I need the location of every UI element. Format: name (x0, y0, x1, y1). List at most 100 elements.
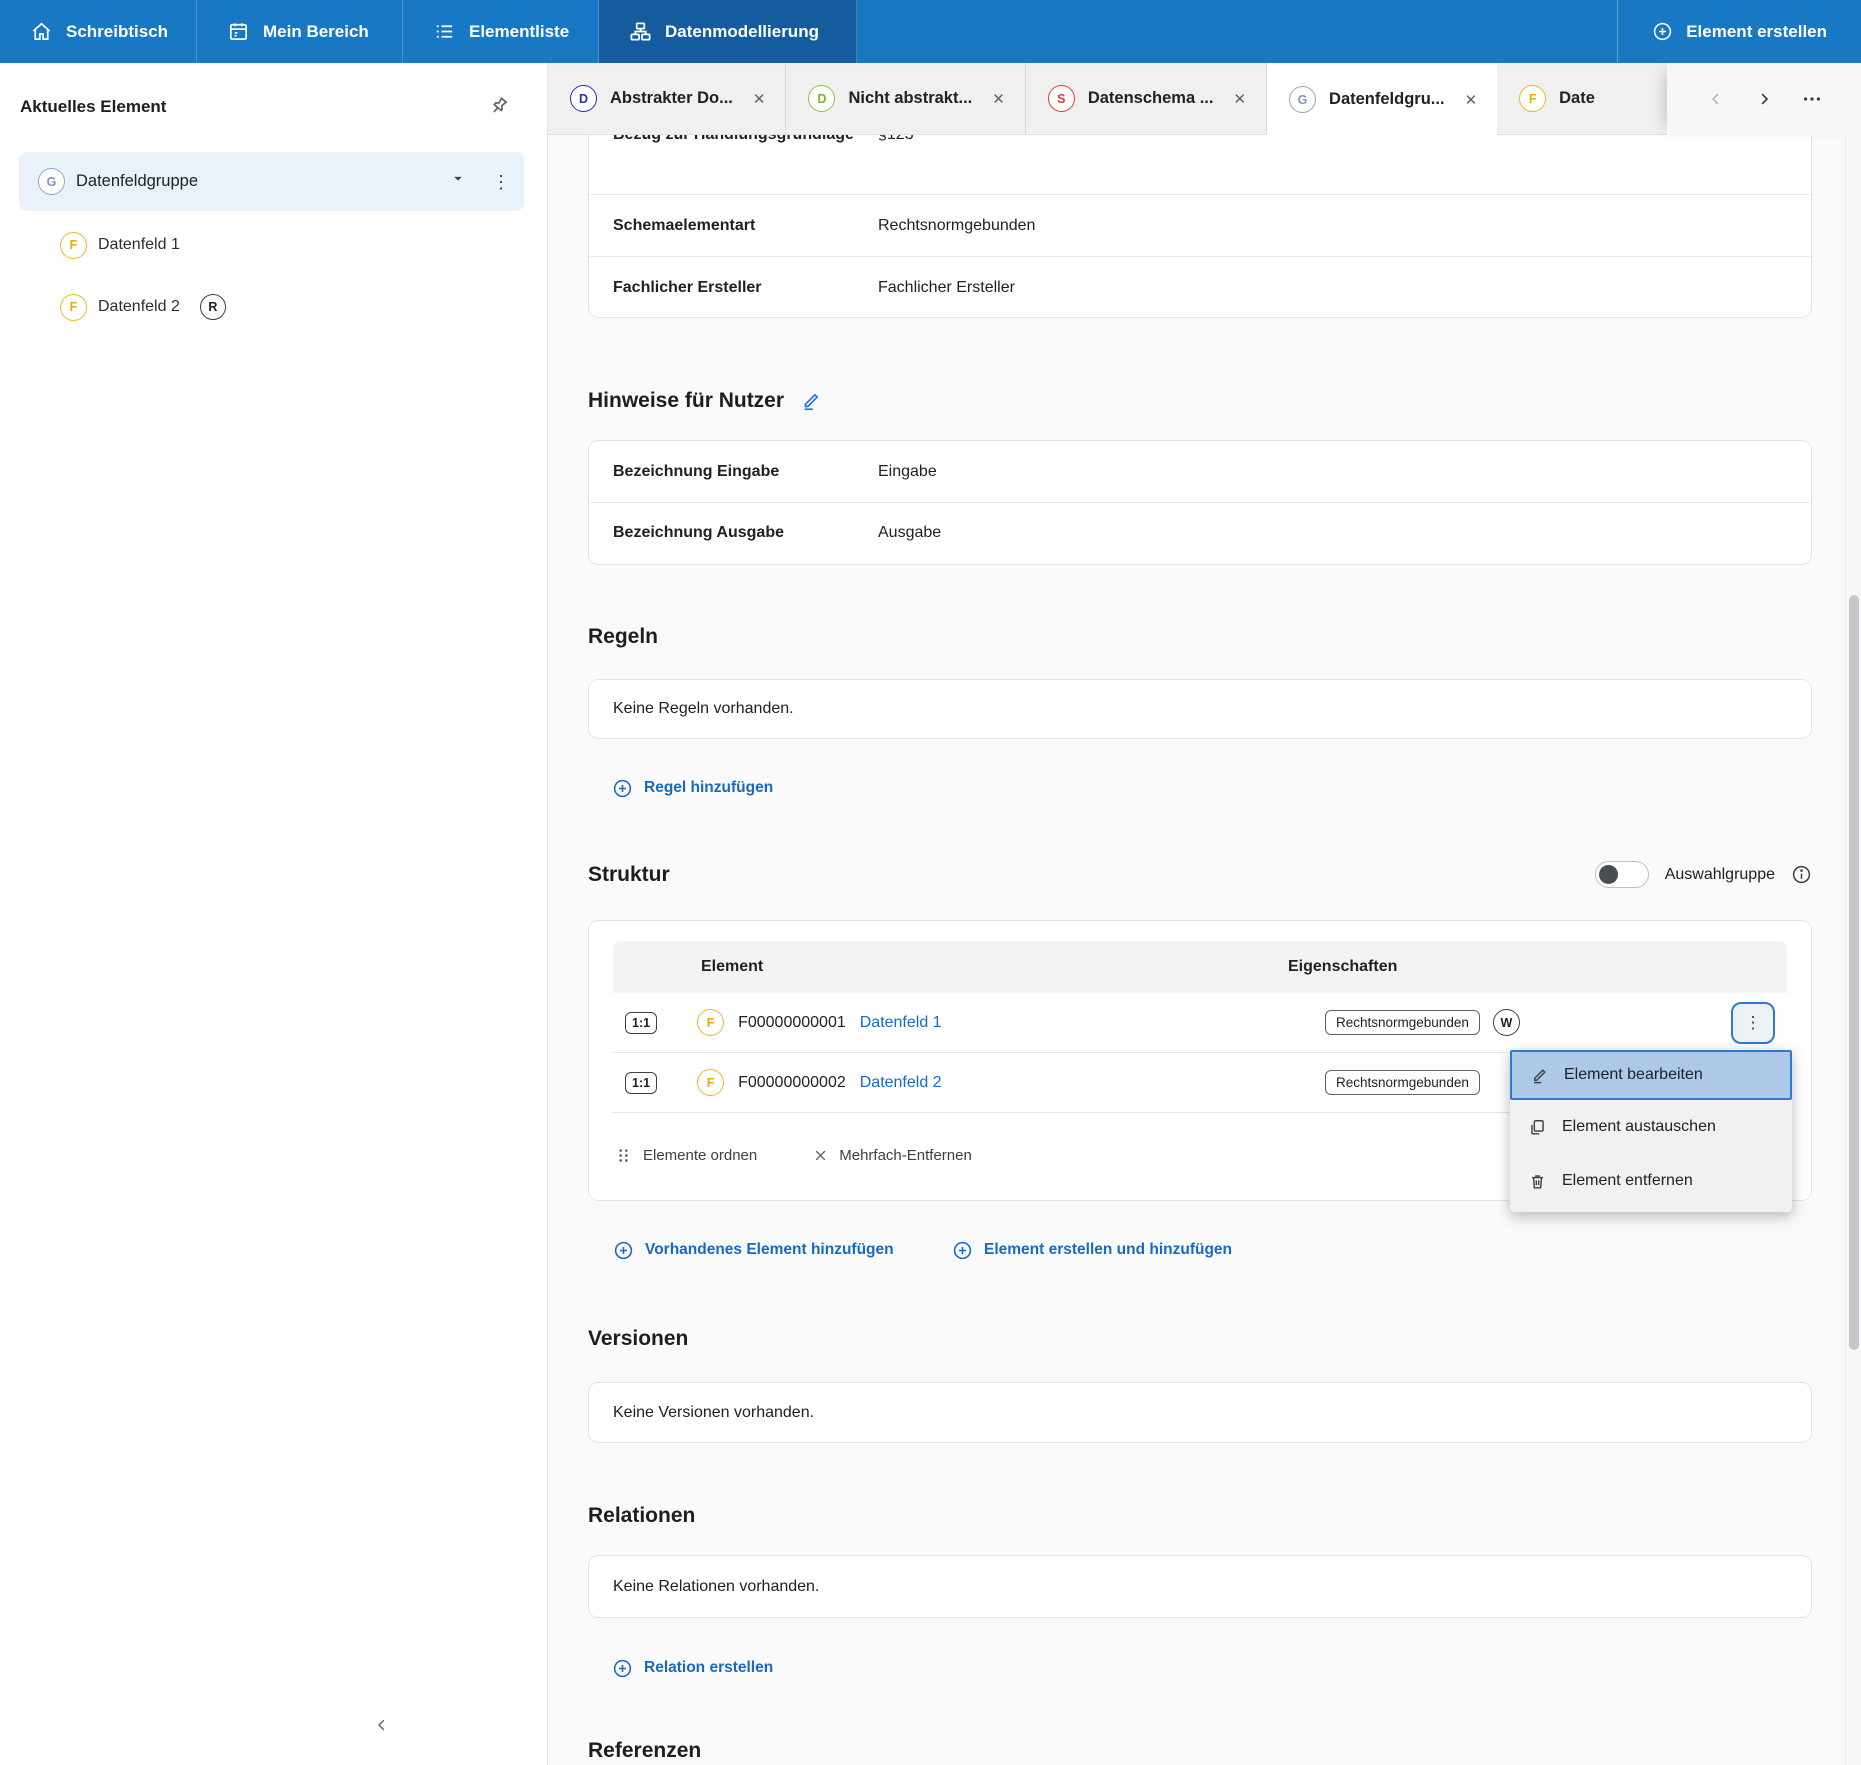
add-existing-element-link[interactable]: Vorhandenes Element hinzufügen (613, 1235, 894, 1265)
menu-item-label: Element entfernen (1562, 1172, 1693, 1190)
sidebar: Aktuelles Element G Datenfeldgruppe ⋮ F … (0, 63, 548, 1765)
nav-spacer (857, 0, 1617, 63)
scrollbar-thumb[interactable] (1849, 595, 1859, 1350)
detail-value: Fachlicher Ersteller (878, 275, 1015, 301)
element-name-link[interactable]: Datenfeld 1 (860, 1014, 942, 1032)
nav-label: Datenmodellierung (665, 22, 819, 42)
home-icon (30, 20, 53, 43)
tab-label: Abstrakter Do... (610, 89, 733, 108)
exchange-icon (1528, 1118, 1547, 1137)
element-id: F00000000002 (738, 1074, 846, 1092)
sidebar-item-datenfeld-1[interactable]: F Datenfeld 1 (60, 230, 180, 260)
info-icon[interactable] (1791, 864, 1812, 885)
order-elements-button[interactable]: Elemente ordnen (615, 1147, 757, 1164)
nav-item-schreibtisch[interactable]: Schreibtisch (0, 0, 197, 63)
w-status-badge: W (1493, 1009, 1520, 1036)
hinweise-label: Bezeichnung Ausgabe (613, 520, 878, 546)
tab-label: Nicht abstrakt... (848, 89, 972, 108)
workspace-icon (227, 20, 250, 43)
hinweise-card: Bezeichnung Eingabe Eingabe Bezeichnung … (588, 440, 1812, 565)
column-header-element: Element (701, 958, 763, 976)
tab-datenschema[interactable]: S Datenschema ... ✕ (1026, 63, 1267, 134)
nav-label: Elementliste (469, 22, 569, 42)
add-existing-element-label: Vorhandenes Element hinzufügen (645, 1241, 894, 1259)
tab-nicht-abstrakt[interactable]: D Nicht abstrakt... ✕ (786, 63, 1025, 134)
tab-type-icon: S (1048, 85, 1075, 112)
section-heading-hinweise: Hinweise für Nutzer (588, 387, 822, 414)
auswahlgruppe-label: Auswahlgruppe (1665, 866, 1775, 884)
create-element-label: Element erstellen (1686, 22, 1827, 42)
close-icon[interactable]: ✕ (992, 90, 1005, 108)
nav-label: Schreibtisch (66, 22, 168, 42)
sidebar-title: Aktuelles Element (20, 97, 166, 117)
chevron-down-icon[interactable] (450, 171, 466, 192)
add-rule-link[interactable]: Regel hinzufügen (612, 773, 773, 803)
menu-item-label: Element bearbeiten (1564, 1066, 1703, 1084)
hinweise-label: Bezeichnung Eingabe (613, 459, 878, 485)
create-relation-link[interactable]: Relation erstellen (612, 1653, 773, 1683)
menu-item-element-bearbeiten[interactable]: Element bearbeiten (1510, 1050, 1792, 1100)
plus-circle-icon (613, 1240, 634, 1261)
sidebar-item-datenfeld-2[interactable]: F Datenfeld 2 R (60, 292, 226, 322)
hinweise-value: Ausgabe (878, 520, 941, 546)
element-cell: 1:1 F F00000000002 Datenfeld 2 (625, 1069, 1325, 1096)
close-icon[interactable]: ✕ (1465, 91, 1478, 109)
nav-item-datenmodellierung[interactable]: Datenmodellierung (599, 0, 857, 63)
document-tabbar: D Abstrakter Do... ✕ D Nicht abstrakt...… (548, 63, 1861, 135)
tab-type-icon: G (1289, 86, 1316, 113)
tab-abstrakter-dokument[interactable]: D Abstrakter Do... ✕ (548, 63, 786, 134)
element-id: F00000000001 (738, 1014, 846, 1032)
relationen-empty-card: Keine Relationen vorhanden. (588, 1555, 1812, 1618)
group-type-icon: G (38, 168, 65, 195)
menu-item-element-entfernen[interactable]: Element entfernen (1510, 1154, 1792, 1208)
relationen-empty-text: Keine Relationen vorhanden. (613, 1578, 819, 1596)
list-icon (433, 20, 456, 43)
plus-circle-icon (952, 1240, 973, 1261)
menu-item-element-austauschen[interactable]: Element austauschen (1510, 1100, 1792, 1154)
column-header-eigenschaften: Eigenschaften (1288, 958, 1787, 976)
property-badge: Rechtsnormgebunden (1325, 1070, 1480, 1095)
struktur-heading-row: Struktur Auswahlgruppe (588, 861, 1812, 888)
tab-datenfeldgruppe-active[interactable]: G Datenfeldgru... ✕ (1267, 63, 1497, 136)
section-heading-relationen: Relationen (588, 1502, 695, 1529)
plus-circle-icon (612, 1658, 633, 1679)
tab-type-icon: D (808, 85, 835, 112)
tab-scroll-controls (1667, 63, 1861, 135)
multi-remove-button[interactable]: Mehrfach-Entfernen (813, 1147, 972, 1164)
hinweise-row: Bezeichnung Ausgabe Ausgabe (589, 502, 1811, 563)
top-navigation: Schreibtisch Mein Bereich Elementliste D… (0, 0, 1861, 63)
pin-icon[interactable] (482, 89, 516, 123)
sidebar-current-element[interactable]: G Datenfeldgruppe ⋮ (19, 152, 524, 211)
tab-datenfeld[interactable]: F Date (1497, 63, 1615, 134)
eigenschaften-cell: Rechtsnormgebunden (1325, 1070, 1480, 1095)
close-icon[interactable]: ✕ (753, 90, 766, 108)
element-id-group: F F00000000001 Datenfeld 1 (697, 1009, 942, 1036)
section-heading-struktur: Struktur (588, 863, 670, 887)
nav-item-elementliste[interactable]: Elementliste (403, 0, 599, 63)
close-icon[interactable]: ✕ (1233, 90, 1246, 108)
auswahlgruppe-toggle[interactable] (1595, 861, 1649, 888)
vertical-scrollbar[interactable] (1845, 135, 1861, 1765)
create-relation-label: Relation erstellen (644, 1659, 773, 1677)
create-element-button[interactable]: Element erstellen (1617, 0, 1861, 63)
field-type-icon: F (697, 1069, 724, 1096)
section-heading-referenzen: Referenzen (588, 1737, 701, 1764)
tabs-overflow-menu-icon[interactable] (1801, 88, 1823, 110)
nav-item-mein-bereich[interactable]: Mein Bereich (197, 0, 403, 63)
hinweise-value: Eingabe (878, 459, 937, 485)
kebab-menu-icon[interactable]: ⋮ (492, 173, 510, 191)
create-and-add-element-link[interactable]: Element erstellen und hinzufügen (952, 1235, 1232, 1265)
auswahlgruppe-toggle-group: Auswahlgruppe (1595, 861, 1812, 888)
sidebar-collapse-icon[interactable] (362, 1705, 402, 1745)
element-name-link[interactable]: Datenfeld 2 (860, 1074, 942, 1092)
tabs-scroll-right-icon[interactable] (1753, 88, 1775, 110)
tab-type-icon: F (1519, 85, 1546, 112)
edit-pencil-icon[interactable] (800, 390, 822, 412)
hinweise-row: Bezeichnung Eingabe Eingabe (589, 441, 1811, 502)
details-card: Bezug zur Handlungsgrundlage §123 Schema… (588, 135, 1812, 318)
detail-label: Schemaelementart (613, 213, 878, 239)
add-rule-label: Regel hinzufügen (644, 779, 773, 797)
tabs-scroll-left-icon[interactable] (1705, 88, 1727, 110)
detail-row: Fachlicher Ersteller Fachlicher Erstelle… (589, 256, 1811, 318)
row-actions-kebab-button[interactable]: ⋮ (1731, 1002, 1775, 1044)
